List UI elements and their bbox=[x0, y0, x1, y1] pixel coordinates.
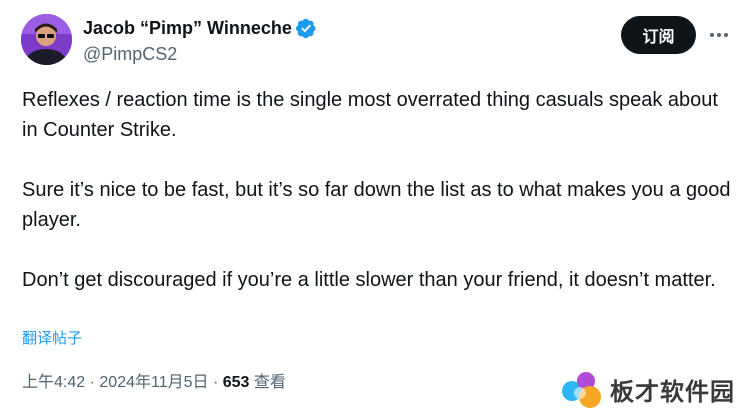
meta-separator: · bbox=[89, 374, 95, 391]
tweet-paragraph: Reflexes / reaction time is the single m… bbox=[22, 89, 718, 141]
tweet-paragraph: Sure it’s nice to be fast, but it’s so f… bbox=[22, 179, 731, 231]
more-horizontal-icon[interactable] bbox=[708, 25, 730, 45]
tweet-meta: 上午4:42 · 2024年11月5日 · 653 查看 bbox=[22, 372, 286, 394]
views-count: 653 bbox=[222, 374, 250, 391]
author-name-row[interactable]: Jacob “Pimp” Winneche bbox=[83, 16, 317, 40]
subscribe-button[interactable]: 订阅 bbox=[621, 16, 696, 54]
tweet-time[interactable]: 上午4:42 bbox=[22, 374, 85, 391]
watermark-text: 板才软件园 bbox=[610, 378, 735, 406]
tweet-date[interactable]: 2024年11月5日 bbox=[99, 374, 208, 391]
translate-post-link[interactable]: 翻译帖子 bbox=[22, 329, 82, 349]
author-display-name[interactable]: Jacob “Pimp” Winneche bbox=[83, 16, 292, 40]
meta-separator: · bbox=[212, 374, 219, 391]
author-handle[interactable]: @PimpCS2 bbox=[83, 43, 177, 65]
tweet-paragraph: Don’t get discouraged if you’re a little… bbox=[22, 269, 716, 291]
watermark-logo-icon bbox=[560, 367, 604, 411]
tweet-text: Reflexes / reaction time is the single m… bbox=[22, 85, 734, 295]
views-label: 查看 bbox=[253, 374, 286, 391]
avatar[interactable] bbox=[21, 14, 72, 65]
verified-badge-icon[interactable] bbox=[295, 18, 317, 39]
watermark: 板才软件园 bbox=[560, 367, 735, 411]
